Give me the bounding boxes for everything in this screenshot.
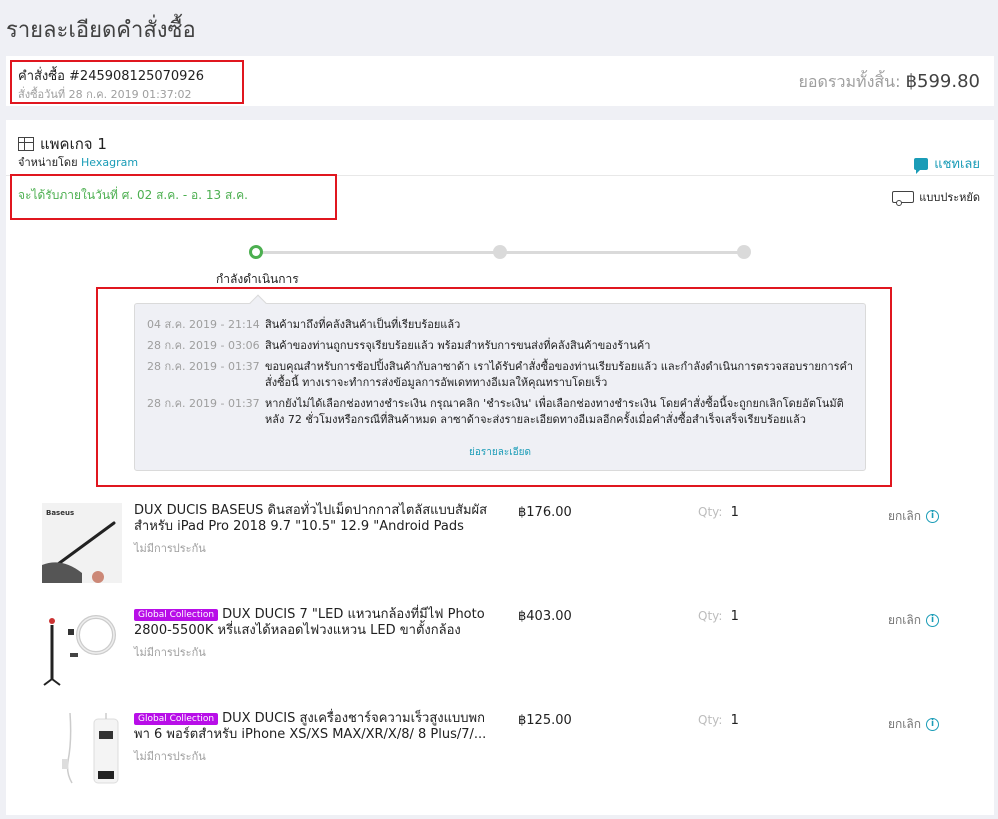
order-total: ยอดรวมทั้งสิ้น: ฿599.80	[799, 70, 980, 95]
product-name-text: DUX DUCIS BASEUS ดินสอทั่วไปเม็ดปากกาสไต…	[134, 503, 488, 534]
order-item: Global Collection DUX DUCIS 7 "LED แหวนกล…	[42, 607, 982, 689]
history-row: 28 ก.ค. 2019 - 03:06 สินค้าของท่านถูกบรร…	[147, 338, 855, 354]
cancel-item-button[interactable]: ยกเลิก i	[888, 611, 940, 630]
history-text: สินค้ามาถึงที่คลังสินค้าเป็นที่เรียบร้อย…	[265, 318, 461, 331]
item-qty: Qty: 1	[698, 713, 739, 728]
item-price: ฿176.00	[518, 505, 572, 520]
warranty-label: ไม่มีการประกัน	[134, 750, 206, 763]
seller-link[interactable]: Hexagram	[81, 156, 138, 169]
product-name[interactable]: DUX DUCIS BASEUS ดินสอทั่วไปเม็ดปากกาสไต…	[134, 503, 494, 535]
history-pointer	[249, 294, 267, 312]
history-row: 04 ส.ค. 2019 - 21:14 สินค้ามาถึงที่คลังส…	[147, 317, 855, 333]
info-icon[interactable]: i	[926, 510, 940, 523]
history-row: 28 ก.ค. 2019 - 01:37 ขอบคุณสำหรับการช้อป…	[147, 359, 855, 391]
item-price: ฿125.00	[518, 713, 572, 728]
chat-button[interactable]: แชทเลย	[914, 153, 980, 174]
product-thumbnail[interactable]: Baseus	[42, 503, 122, 583]
history-text: สินค้าของท่านถูกบรรจุเรียบร้อยแล้ว พร้อม…	[265, 339, 651, 352]
order-number: คำสั่งซื้อ #245908125070926	[18, 69, 204, 84]
order-total-value: ฿599.80	[905, 71, 980, 92]
history-time: 28 ก.ค. 2019 - 01:37	[147, 397, 260, 410]
cancel-label: ยกเลิก	[888, 717, 922, 731]
qty-value: 1	[730, 505, 739, 520]
progress-step-delivered	[737, 245, 751, 259]
sold-by-label: จำหน่ายโดย	[18, 156, 78, 169]
product-name[interactable]: Global Collection DUX DUCIS 7 "LED แหวนกล…	[134, 607, 494, 639]
qty-value: 1	[730, 713, 739, 728]
delivery-estimate: จะได้รับภายในวันที่ ศ. 02 ส.ค. - อ. 13 ส…	[18, 188, 248, 202]
thumb-brand: Baseus	[46, 509, 74, 517]
warranty-label: ไม่มีการประกัน	[134, 646, 206, 659]
history-time: 28 ก.ค. 2019 - 01:37	[147, 360, 260, 373]
collapse-details-link[interactable]: ย่อรายละเอียด	[135, 445, 865, 460]
order-total-label: ยอดรวมทั้งสิ้น:	[798, 72, 901, 91]
progress-step-label: กำลังดำเนินการ	[216, 272, 299, 286]
cancel-label: ยกเลิก	[888, 613, 922, 627]
qty-value: 1	[730, 609, 739, 624]
cancel-label: ยกเลิก	[888, 509, 922, 523]
qty-label: Qty:	[698, 713, 723, 727]
chat-icon	[914, 157, 929, 174]
sold-by: จำหน่ายโดย Hexagram	[18, 153, 138, 171]
package-card: แพคเกจ 1 จำหน่ายโดย Hexagram แชทเลย จะได…	[6, 120, 994, 815]
item-qty: Qty: 1	[698, 505, 739, 520]
cancel-item-button[interactable]: ยกเลิก i	[888, 715, 940, 734]
order-item: Global Collection DUX DUCIS สูงเครื่องชาร…	[42, 711, 982, 793]
package-icon	[18, 137, 34, 151]
shipping-method-label: แบบประหยัด	[919, 191, 980, 204]
product-thumbnail[interactable]	[42, 711, 122, 791]
info-icon[interactable]: i	[926, 614, 940, 627]
history-time: 04 ส.ค. 2019 - 21:14	[147, 318, 260, 331]
tracking-history: 04 ส.ค. 2019 - 21:14 สินค้ามาถึงที่คลังส…	[134, 294, 866, 471]
global-collection-badge: Global Collection	[134, 713, 219, 725]
progress-step-processing	[249, 245, 263, 259]
history-time: 28 ก.ค. 2019 - 03:06	[147, 339, 260, 352]
qty-label: Qty:	[698, 505, 723, 519]
info-icon[interactable]: i	[926, 718, 940, 731]
qty-label: Qty:	[698, 609, 723, 623]
chat-label: แชทเลย	[934, 157, 980, 172]
history-text: หากยังไม่ได้เลือกช่องทางชำระเงิน กรุณาคล…	[265, 397, 844, 426]
page-title: รายละเอียดคำสั่งซื้อ	[6, 18, 196, 43]
divider	[6, 175, 994, 176]
product-name[interactable]: Global Collection DUX DUCIS สูงเครื่องชาร…	[134, 711, 494, 743]
truck-icon	[892, 191, 915, 206]
warranty-label: ไม่มีการประกัน	[134, 542, 206, 555]
cancel-item-button[interactable]: ยกเลิก i	[888, 507, 940, 526]
progress-step-shipped	[493, 245, 507, 259]
order-item: Baseus DUX DUCIS BASEUS ดินสอทั่วไปเม็ดป…	[42, 503, 982, 585]
item-price: ฿403.00	[518, 609, 572, 624]
item-qty: Qty: 1	[698, 609, 739, 624]
global-collection-badge: Global Collection	[134, 609, 219, 621]
product-thumbnail[interactable]	[42, 607, 122, 687]
order-summary-card: คำสั่งซื้อ #245908125070926 สั่งซื้อวันท…	[6, 56, 994, 106]
order-date: สั่งซื้อวันที่ 28 ก.ค. 2019 01:37:02	[18, 88, 192, 101]
history-row: 28 ก.ค. 2019 - 01:37 หากยังไม่ได้เลือกช่…	[147, 396, 855, 428]
history-text: ขอบคุณสำหรับการช้อปปิ้งสินค้ากับลาซาด้า …	[265, 360, 854, 389]
shipping-method: แบบประหยัด	[892, 188, 980, 206]
